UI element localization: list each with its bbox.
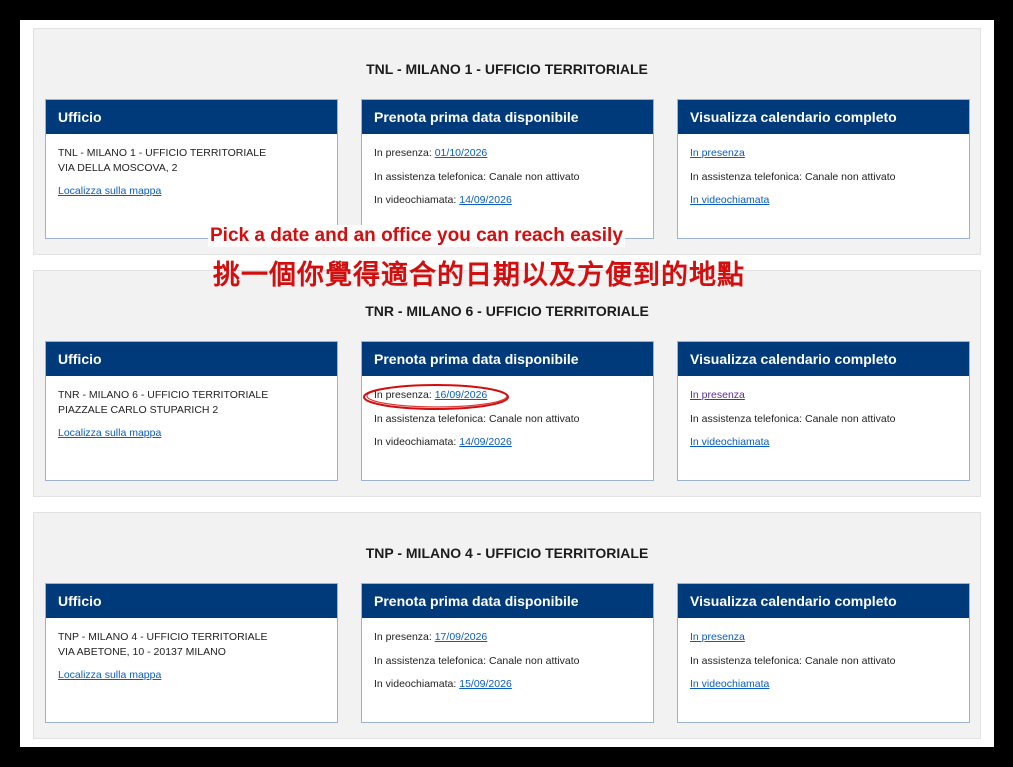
telefonica-status: In assistenza telefonica: Canale non att… (690, 170, 896, 183)
telefonica-status: In assistenza telefonica: Canale non att… (690, 654, 896, 667)
map-link[interactable]: Localizza sulla mappa (58, 669, 161, 681)
calendario-card: Visualizza calendario completo In presen… (677, 341, 970, 481)
video-date-link[interactable]: 14/09/2026 (459, 436, 512, 448)
office-address: VIA ABETONE, 10 - 20137 MILANO (58, 646, 226, 658)
office-section-tnp: TNP - MILANO 4 - UFFICIO TERRITORIALE Uf… (33, 512, 981, 739)
telefonica-status: In assistenza telefonica: Canale non att… (690, 412, 896, 425)
presenza-label: In presenza: (374, 147, 432, 159)
prenota-card: Prenota prima data disponibile In presen… (361, 583, 654, 723)
calendar-video-link[interactable]: In videochiamata (690, 436, 769, 448)
office-name: TNR - MILANO 6 - UFFICIO TERRITORIALE (58, 389, 269, 401)
office-title: TNP - MILANO 4 - UFFICIO TERRITORIALE (365, 545, 649, 561)
office-title: TNR - MILANO 6 - UFFICIO TERRITORIALE (365, 303, 649, 319)
office-section-tnl: TNL - MILANO 1 - UFFICIO TERRITORIALE Uf… (33, 28, 981, 255)
ufficio-card: Ufficio TNR - MILANO 6 - UFFICIO TERRITO… (45, 341, 338, 481)
calendar-video-link[interactable]: In videochiamata (690, 678, 769, 690)
calendario-card: Visualizza calendario completo In presen… (677, 99, 970, 239)
card-heading: Visualizza calendario completo (678, 342, 969, 376)
card-heading: Visualizza calendario completo (678, 584, 969, 618)
ufficio-card: Ufficio TNP - MILANO 4 - UFFICIO TERRITO… (45, 583, 338, 723)
video-date-link[interactable]: 15/09/2026 (459, 678, 512, 690)
calendar-presenza-link[interactable]: In presenza (690, 389, 745, 401)
card-heading: Prenota prima data disponibile (362, 100, 653, 134)
video-label: In videochiamata: (374, 194, 457, 206)
highlight-circle-mark (363, 384, 509, 410)
map-link[interactable]: Localizza sulla mappa (58, 427, 161, 439)
video-date-link[interactable]: 14/09/2026 (459, 194, 512, 206)
video-label: In videochiamata: (374, 678, 457, 690)
presenza-date-link[interactable]: 17/09/2026 (435, 631, 488, 643)
card-heading: Ufficio (46, 100, 337, 134)
presenza-date-link[interactable]: 01/10/2026 (435, 147, 488, 159)
card-heading: Visualizza calendario completo (678, 100, 969, 134)
telefonica-status: In assistenza telefonica: Canale non att… (374, 654, 580, 667)
prenota-card: Prenota prima data disponibile In presen… (361, 99, 654, 239)
card-heading: Prenota prima data disponibile (362, 342, 653, 376)
telefonica-status: In assistenza telefonica: Canale non att… (374, 170, 580, 183)
office-address: VIA DELLA MOSCOVA, 2 (58, 162, 178, 174)
ufficio-card: Ufficio TNL - MILANO 1 - UFFICIO TERRITO… (45, 99, 338, 239)
office-name: TNL - MILANO 1 - UFFICIO TERRITORIALE (58, 147, 267, 159)
presenza-label: In presenza: (374, 631, 432, 643)
card-heading: Ufficio (46, 584, 337, 618)
annotation-english: Pick a date and an office you can reach … (208, 225, 625, 247)
calendar-video-link[interactable]: In videochiamata (690, 194, 769, 206)
office-title: TNL - MILANO 1 - UFFICIO TERRITORIALE (366, 61, 648, 77)
annotation-chinese: 挑一個你覺得適合的日期以及方便到的地點 (213, 260, 745, 290)
calendar-presenza-link[interactable]: In presenza (690, 147, 745, 159)
video-label: In videochiamata: (374, 436, 457, 448)
card-heading: Prenota prima data disponibile (362, 584, 653, 618)
calendario-card: Visualizza calendario completo In presen… (677, 583, 970, 723)
office-name: TNP - MILANO 4 - UFFICIO TERRITORIALE (58, 631, 268, 643)
calendar-presenza-link[interactable]: In presenza (690, 631, 745, 643)
card-heading: Ufficio (46, 342, 337, 376)
page-frame: TNL - MILANO 1 - UFFICIO TERRITORIALE Uf… (20, 20, 994, 747)
office-address: PIAZZALE CARLO STUPARICH 2 (58, 404, 219, 416)
telefonica-status: In assistenza telefonica: Canale non att… (374, 412, 580, 425)
map-link[interactable]: Localizza sulla mappa (58, 185, 161, 197)
